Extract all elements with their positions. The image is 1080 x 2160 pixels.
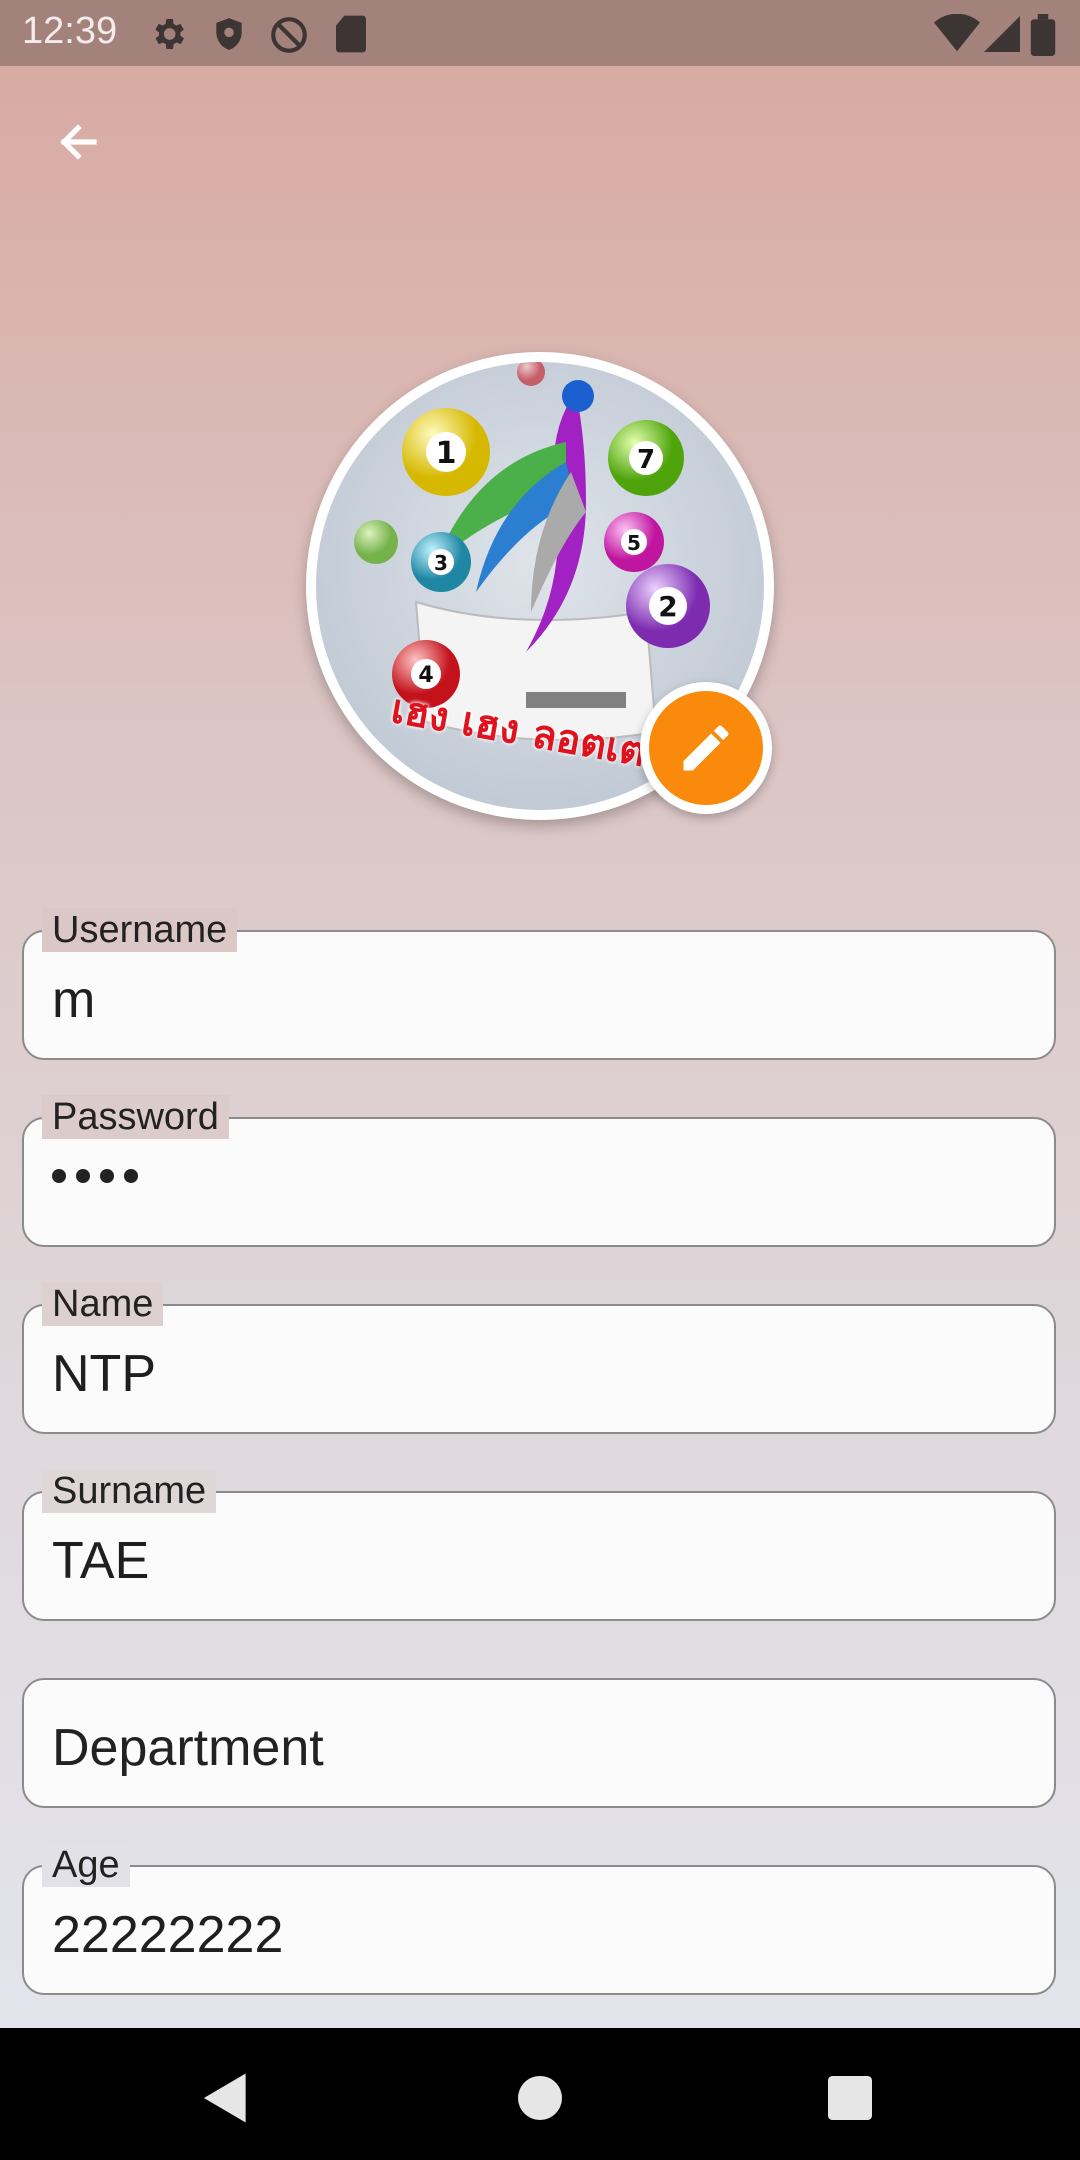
wifi-icon — [934, 14, 980, 52]
svg-text:2: 2 — [658, 590, 677, 623]
name-value: NTP — [52, 1345, 156, 1403]
name-field[interactable]: Name NTP — [22, 1282, 1056, 1434]
edit-avatar-button[interactable] — [640, 682, 772, 814]
username-value: m — [52, 971, 96, 1029]
svg-text:7: 7 — [637, 445, 655, 475]
department-placeholder: Department — [52, 1719, 324, 1777]
age-value: 22222222 — [52, 1906, 284, 1964]
battery-icon — [1030, 14, 1056, 56]
age-field[interactable]: Age 22222222 — [22, 1843, 1056, 1995]
shield-icon — [216, 18, 242, 50]
svg-text:3: 3 — [434, 551, 448, 575]
recents-square-icon — [828, 2076, 872, 2120]
password-mask — [52, 1169, 138, 1183]
no-sync-icon — [271, 17, 307, 53]
username-field[interactable]: Username m — [22, 908, 1056, 1060]
arrow-left-icon — [60, 124, 97, 160]
nav-back-button[interactable] — [186, 2058, 266, 2138]
password-field[interactable]: Password — [22, 1095, 1056, 1247]
sd-card-icon — [336, 15, 366, 53]
back-triangle-icon — [203, 2073, 246, 2123]
svg-text:5: 5 — [627, 531, 641, 555]
status-bar: 12:39 — [0, 0, 1080, 66]
username-label: Username — [42, 908, 238, 952]
password-label: Password — [42, 1095, 229, 1139]
gear-icon — [155, 19, 184, 49]
svg-text:1: 1 — [436, 436, 457, 471]
surname-label: Surname — [42, 1469, 217, 1513]
pencil-icon — [683, 725, 729, 771]
name-label: Name — [42, 1282, 164, 1326]
system-nav-bar — [0, 2028, 1080, 2160]
back-button[interactable] — [40, 112, 116, 172]
status-time: 12:39 — [22, 10, 118, 52]
nav-home-button[interactable] — [500, 2058, 580, 2138]
signal-icon — [984, 16, 1020, 52]
department-field[interactable]: Department — [22, 1678, 1056, 1808]
age-label: Age — [42, 1843, 130, 1887]
home-circle-icon — [518, 2076, 562, 2120]
surname-value: TAE — [52, 1532, 150, 1590]
nav-recents-button[interactable] — [810, 2058, 890, 2138]
surname-field[interactable]: Surname TAE — [22, 1469, 1056, 1621]
